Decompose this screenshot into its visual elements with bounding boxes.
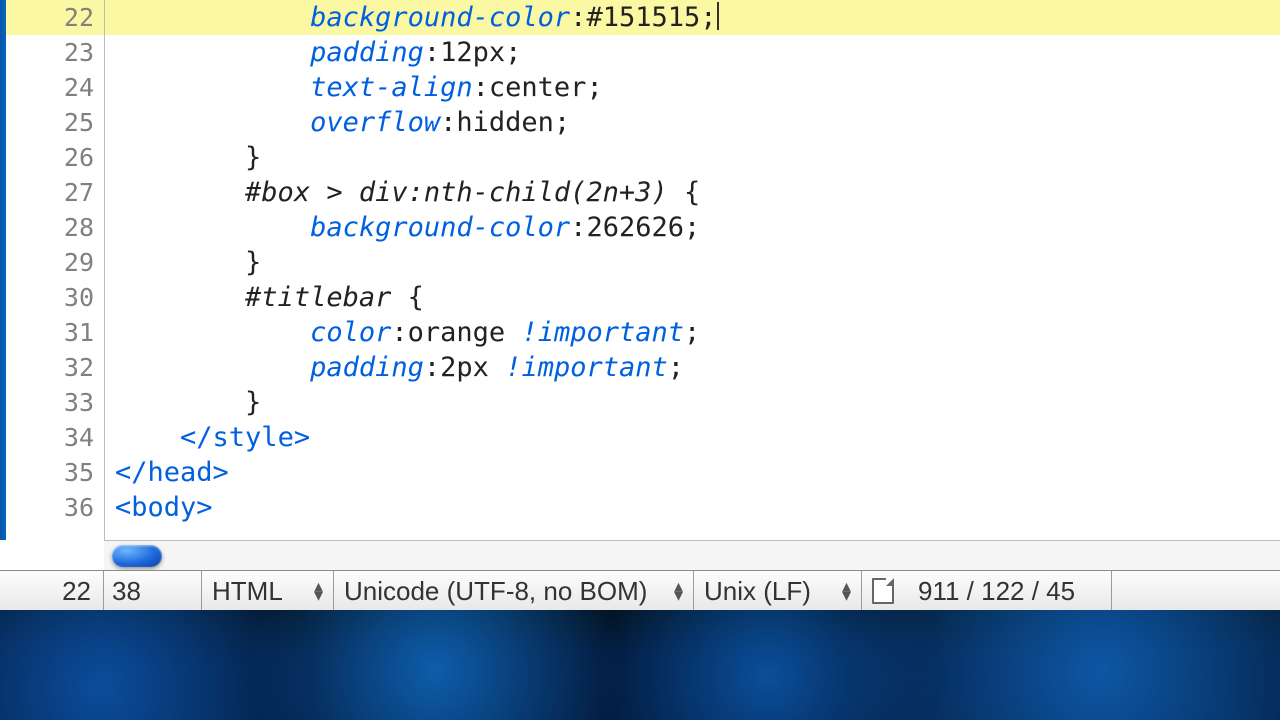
code-line[interactable]: background-color:262626; [105, 210, 1280, 245]
css-value: 2px [440, 352, 489, 383]
code-line[interactable]: <body> [105, 490, 1280, 525]
html-tag: <body> [115, 492, 213, 523]
code-line[interactable]: #box > div:nth-child(2n+3) { [105, 175, 1280, 210]
css-value: center [489, 72, 587, 103]
css-selector: #titlebar [245, 282, 391, 313]
code-line[interactable]: color:orange !important; [105, 315, 1280, 350]
status-encoding-label: Unicode (UTF-8, no BOM) [344, 576, 647, 607]
gutter-line[interactable]: 30 [6, 280, 104, 315]
css-property: text-align [310, 72, 473, 103]
gutter-line[interactable]: 35 [6, 455, 104, 490]
document-icon [872, 578, 894, 604]
code-line[interactable]: text-align:center; [105, 70, 1280, 105]
gutter-line[interactable]: 36 [6, 490, 104, 525]
css-property: background-color [310, 2, 570, 33]
chevron-updown-icon: ▴▾ [314, 582, 323, 600]
scrollbar-thumb[interactable] [112, 545, 162, 567]
brace: } [245, 387, 261, 418]
gutter-line[interactable]: 27 [6, 175, 104, 210]
css-value: 262626 [586, 212, 684, 243]
css-value: 12px [440, 37, 505, 68]
gutter-line[interactable]: 34 [6, 420, 104, 455]
gutter-line[interactable]: 22 [6, 0, 104, 35]
status-bar: 22 38 HTML ▴▾ Unicode (UTF-8, no BOM) ▴▾… [0, 570, 1280, 612]
css-selector: #box > div:nth-child(2n+3) [245, 177, 668, 208]
gutter-line[interactable]: 31 [6, 315, 104, 350]
line-number-gutter[interactable]: 22 23 24 25 26 27 28 29 30 31 32 33 34 3… [6, 0, 105, 540]
status-column-number[interactable]: 38 [104, 571, 202, 611]
css-value: #151515 [586, 2, 700, 33]
html-tag: </style> [180, 422, 310, 453]
gutter-line[interactable]: 23 [6, 35, 104, 70]
css-property: overflow [310, 107, 440, 138]
horizontal-scrollbar[interactable] [104, 540, 1280, 571]
code-line[interactable]: </head> [105, 455, 1280, 490]
code-line[interactable]: } [105, 245, 1280, 280]
brace: } [245, 142, 261, 173]
gutter-line[interactable]: 28 [6, 210, 104, 245]
gutter-line[interactable]: 33 [6, 385, 104, 420]
css-property: background-color [310, 212, 570, 243]
code-line[interactable]: } [105, 385, 1280, 420]
code-line[interactable]: #titlebar { [105, 280, 1280, 315]
status-lineending-select[interactable]: Unix (LF) ▴▾ [694, 571, 862, 611]
text-cursor [717, 2, 719, 30]
status-stats-label: 911 / 122 / 45 [918, 576, 1075, 607]
css-property: padding [310, 37, 424, 68]
important-kw: !important [521, 317, 684, 348]
status-line-number[interactable]: 22 [0, 571, 104, 611]
css-value: hidden [456, 107, 554, 138]
gutter-line[interactable]: 24 [6, 70, 104, 105]
css-property: padding [310, 352, 424, 383]
gutter-line[interactable]: 32 [6, 350, 104, 385]
code-line[interactable]: background-color:#151515; [105, 0, 1280, 35]
code-line[interactable]: } [105, 140, 1280, 175]
html-tag: </head> [115, 457, 229, 488]
status-doc-stats[interactable]: 911 / 122 / 45 [862, 571, 1112, 611]
status-language-label: HTML [212, 576, 283, 607]
status-language-select[interactable]: HTML ▴▾ [202, 571, 334, 611]
code-line[interactable]: overflow:hidden; [105, 105, 1280, 140]
chevron-updown-icon: ▴▾ [842, 582, 851, 600]
brace: } [245, 247, 261, 278]
editor-area: 22 23 24 25 26 27 28 29 30 31 32 33 34 3… [0, 0, 1280, 540]
css-property: color [310, 317, 391, 348]
desktop-background [0, 610, 1280, 720]
editor-window: 22 23 24 25 26 27 28 29 30 31 32 33 34 3… [0, 0, 1280, 720]
code-text-area[interactable]: background-color:#151515; padding:12px; … [105, 0, 1280, 540]
code-line[interactable]: padding:2px !important; [105, 350, 1280, 385]
css-value: orange [408, 317, 506, 348]
gutter-line[interactable]: 26 [6, 140, 104, 175]
status-encoding-select[interactable]: Unicode (UTF-8, no BOM) ▴▾ [334, 571, 694, 611]
code-line[interactable]: padding:12px; [105, 35, 1280, 70]
chevron-updown-icon: ▴▾ [674, 582, 683, 600]
status-bar-spacer [1112, 571, 1280, 611]
important-kw: !important [505, 352, 668, 383]
gutter-line[interactable]: 25 [6, 105, 104, 140]
status-lineending-label: Unix (LF) [704, 576, 811, 607]
code-line[interactable]: </style> [105, 420, 1280, 455]
gutter-line[interactable]: 29 [6, 245, 104, 280]
